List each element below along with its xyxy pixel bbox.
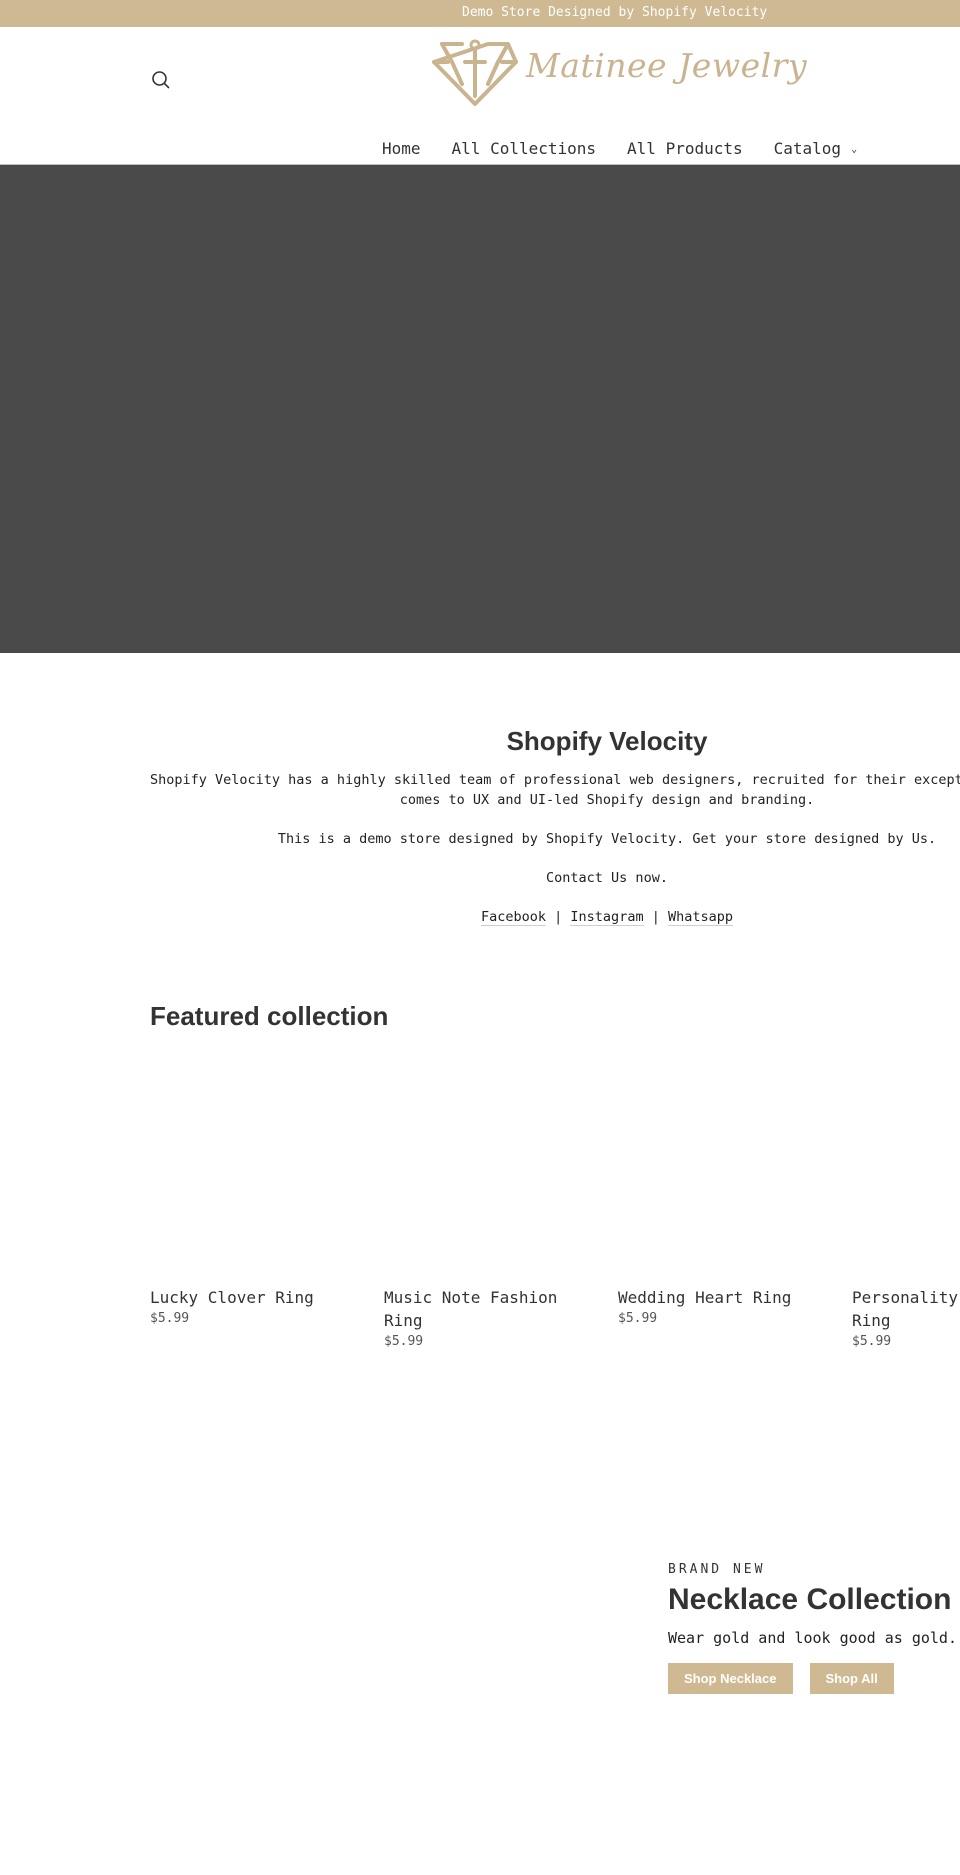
promo-kicker: BRAND NEW xyxy=(668,1562,766,1577)
about-paragraph-2: This is a demo store designed by Shopify… xyxy=(277,831,937,847)
product-title[interactable]: Music Note Fashion Ring xyxy=(384,1286,594,1332)
logo-text: Matinee Jewelry xyxy=(526,46,808,85)
product-price: $5.99 xyxy=(384,1334,424,1349)
nav-item-home[interactable]: Home xyxy=(382,139,421,158)
diamond-logo-icon xyxy=(432,39,518,106)
hero-banner xyxy=(0,165,960,653)
about-paragraph-1-line-2: comes to UX and UI-led Shopify design an… xyxy=(399,792,815,808)
shop-necklace-button[interactable]: Shop Necklace xyxy=(668,1663,793,1694)
product-title[interactable]: Personality Ring xyxy=(852,1286,960,1332)
product-price: $5.99 xyxy=(150,1311,190,1326)
whatsapp-link[interactable]: Whatsapp xyxy=(668,909,734,926)
nav-item-all-products[interactable]: All Products xyxy=(627,139,743,158)
promo-buttons: Shop Necklace Shop All xyxy=(668,1663,960,1694)
about-paragraph-1-line-1: Shopify Velocity has a highly skilled te… xyxy=(150,772,960,788)
product-card[interactable]: Lucky Clover Ring $5.99 xyxy=(150,1050,360,1326)
main-nav: Home All Collections All Products Catalo… xyxy=(382,136,888,160)
chevron-down-icon: ⌄ xyxy=(851,143,858,155)
product-image[interactable] xyxy=(618,1050,828,1280)
promo-content: BRAND NEW Necklace Collection Wear gold … xyxy=(668,1562,960,1694)
store-logo[interactable]: Matinee Jewelry xyxy=(432,38,807,106)
nav-item-catalog[interactable]: Catalog ⌄ xyxy=(774,139,857,158)
featured-collection-title: Featured collection xyxy=(150,1001,389,1031)
shop-all-button[interactable]: Shop All xyxy=(809,1663,894,1694)
announcement-text: Demo Store Designed by Shopify Velocity xyxy=(462,5,768,20)
announcement-bar: Demo Store Designed by Shopify Velocity xyxy=(0,0,960,27)
product-image[interactable] xyxy=(150,1050,360,1280)
product-card[interactable]: Music Note Fashion Ring $5.99 xyxy=(384,1050,594,1349)
search-icon xyxy=(152,71,170,89)
product-price: $5.99 xyxy=(852,1334,892,1349)
about-title: Shopify Velocity xyxy=(506,726,708,756)
promo-title: Necklace Collection xyxy=(668,1583,952,1616)
about-paragraph-3: Contact Us now. xyxy=(546,870,668,886)
promo-image xyxy=(150,1520,630,1760)
link-separator: | xyxy=(554,909,563,925)
product-title[interactable]: Wedding Heart Ring xyxy=(618,1286,828,1309)
about-paragraph-1: Shopify Velocity has a highly skilled te… xyxy=(150,770,960,810)
product-card[interactable]: Personality Ring $5.99 xyxy=(852,1050,960,1349)
search-button[interactable] xyxy=(150,69,172,91)
social-links: Facebook | Instagram | Whatsapp xyxy=(150,907,960,927)
nav-item-all-collections[interactable]: All Collections xyxy=(452,139,597,158)
facebook-link[interactable]: Facebook xyxy=(480,909,546,926)
product-price: $5.99 xyxy=(618,1311,658,1326)
instagram-link[interactable]: Instagram xyxy=(570,909,644,926)
product-image[interactable] xyxy=(852,1050,960,1280)
product-title[interactable]: Lucky Clover Ring xyxy=(150,1286,360,1309)
product-card[interactable]: Wedding Heart Ring $5.99 xyxy=(618,1050,828,1326)
link-separator: | xyxy=(651,909,660,925)
product-image[interactable] xyxy=(384,1050,594,1280)
nav-item-catalog-label: Catalog xyxy=(773,138,842,158)
promo-description: Wear gold and look good as gold. Bring o… xyxy=(668,1629,960,1647)
